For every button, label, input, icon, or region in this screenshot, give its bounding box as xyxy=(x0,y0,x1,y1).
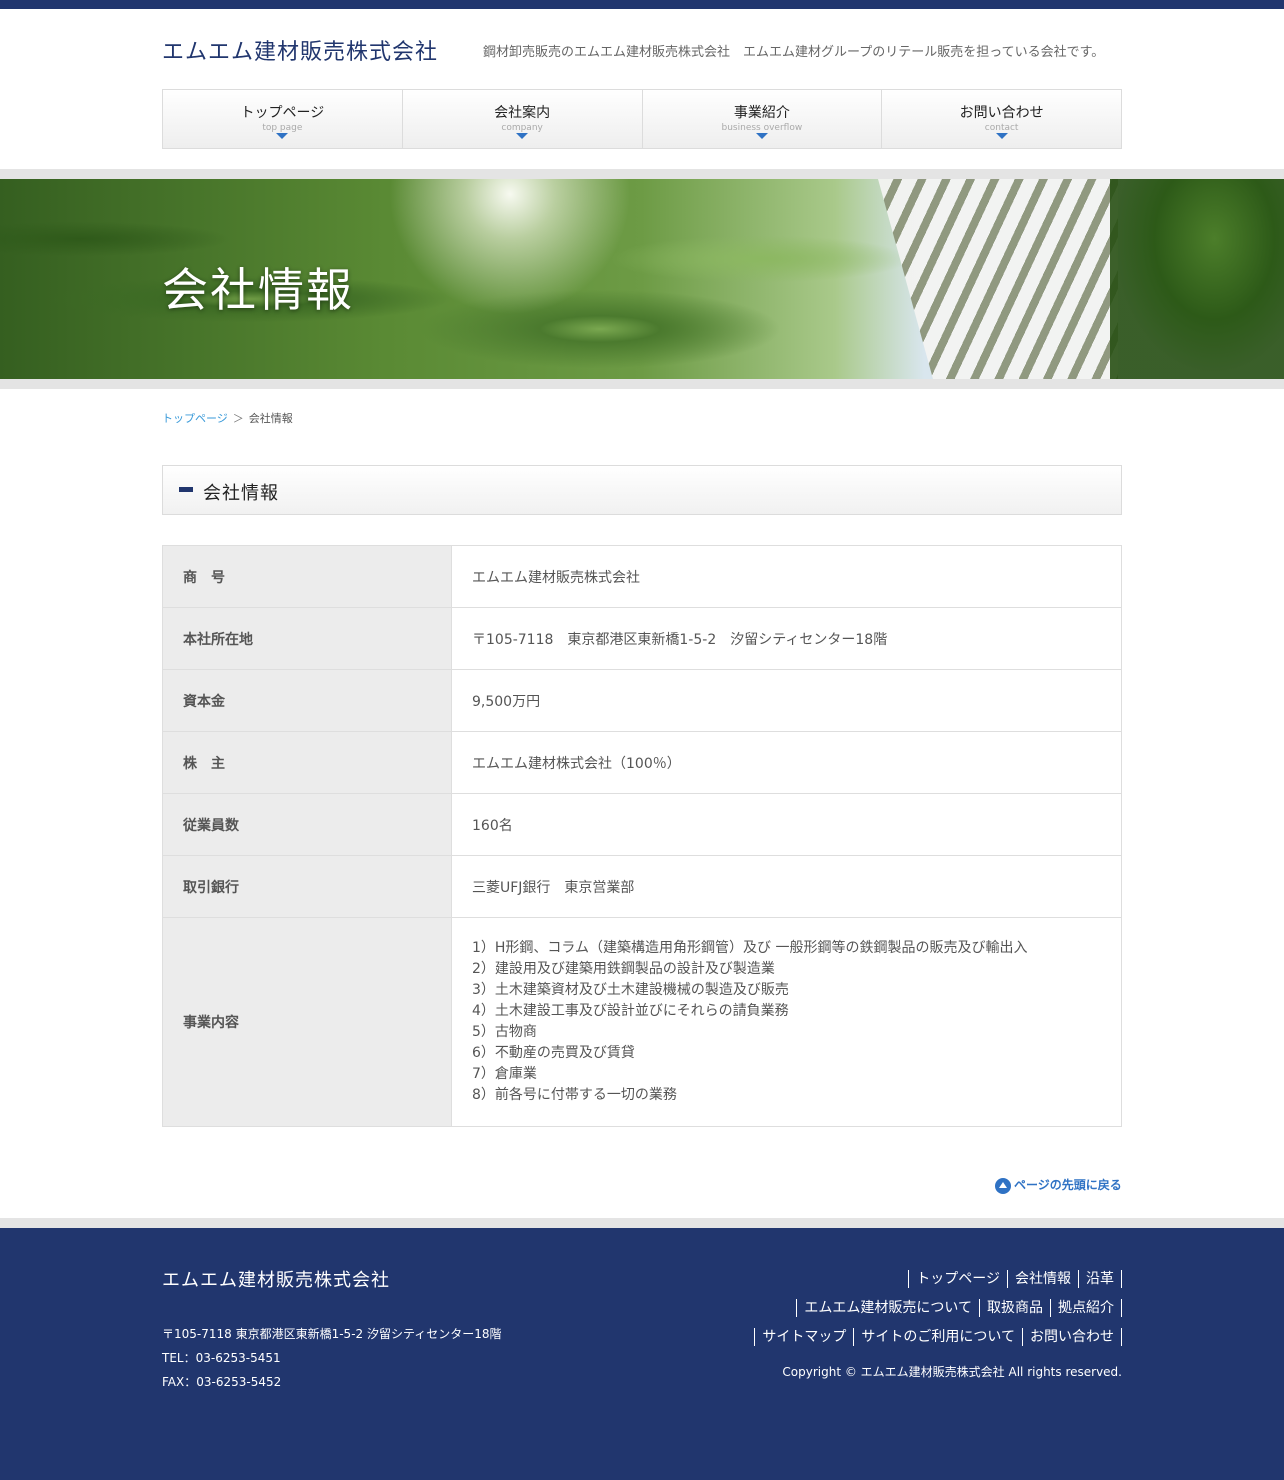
hero-band-bottom xyxy=(0,379,1284,389)
hero-banner: 会社情報 xyxy=(0,179,1284,379)
footer-link-locations[interactable]: 拠点紹介 xyxy=(1050,1299,1122,1317)
row-label: 資本金 xyxy=(162,669,452,732)
heading-bar-icon xyxy=(179,487,193,492)
row-label: 従業員数 xyxy=(162,793,452,856)
footer-links: トップページ 会社情報 沿革 エムエム建材販売について 取扱商品 拠点紹介 サイ… xyxy=(754,1270,1122,1357)
page-top-label: ページの先頭に戻る xyxy=(1014,1178,1122,1192)
triangle-down-icon xyxy=(516,133,529,139)
footer-link-sitemap[interactable]: サイトマップ xyxy=(754,1328,853,1346)
row-value: 160名 xyxy=(451,793,1122,856)
nav-item-top[interactable]: トップページ top page xyxy=(163,90,403,148)
nav-label: 事業紹介 xyxy=(733,105,790,121)
table-row: 資本金 9,500万円 xyxy=(162,669,1122,732)
footer-link-row: トップページ 会社情報 沿革 xyxy=(754,1270,1122,1299)
breadcrumb-current: 会社情報 xyxy=(248,412,293,425)
nav-label: 会社案内 xyxy=(494,105,551,121)
footer-link-history[interactable]: 沿革 xyxy=(1078,1270,1122,1288)
business-list: 1）H形鋼、コラム（建築構造用角形鋼管）及び 一般形鋼等の鉄鋼製品の販売及び輸出… xyxy=(472,938,1101,1106)
list-item: 4）土木建設工事及び設計並びにそれらの請負業務 xyxy=(472,1003,789,1019)
list-item: 3）土木建築資材及び土木建設機械の製造及び販売 xyxy=(472,982,789,998)
nav-item-contact[interactable]: お問い合わせ contact xyxy=(882,90,1121,148)
nav-label: お問い合わせ xyxy=(959,105,1044,121)
company-info-table: 商 号 エムエム建材販売株式会社 本社所在地 〒105-7118 東京都港区東新… xyxy=(162,545,1122,1127)
row-value: 9,500万円 xyxy=(451,669,1122,732)
nav-sublabel: top page xyxy=(262,123,303,133)
nav-sublabel: business overflow xyxy=(721,123,803,133)
site-logo[interactable]: エムエム建材販売株式会社 xyxy=(162,34,438,66)
row-value: 三菱UFJ銀行 東京営業部 xyxy=(451,855,1122,918)
list-item: 8）前各号に付帯する一切の業務 xyxy=(472,1087,677,1103)
footer-link-products[interactable]: 取扱商品 xyxy=(979,1299,1050,1317)
triangle-down-icon xyxy=(995,133,1008,139)
section-heading: 会社情報 xyxy=(162,465,1122,515)
footer-link-company-info[interactable]: 会社情報 xyxy=(1007,1270,1078,1288)
footer-fax: FAX：03-6253-5452 xyxy=(162,1375,282,1389)
table-row: 株 主 エムエム建材株式会社（100％） xyxy=(162,731,1122,794)
footer-address-block: 〒105-7118 東京都港区東新橋1-5-2 汐留シティセンター18階 TEL… xyxy=(162,1322,502,1394)
row-label: 株 主 xyxy=(162,731,452,794)
footer-band xyxy=(0,1218,1284,1228)
nav-sublabel: company xyxy=(501,123,543,133)
footer-address: 〒105-7118 東京都港区東新橋1-5-2 汐留シティセンター18階 xyxy=(162,1327,502,1341)
footer-link-about[interactable]: エムエム建材販売について xyxy=(796,1299,979,1317)
breadcrumb-separator: ＞ xyxy=(232,412,244,425)
row-label: 事業内容 xyxy=(162,917,452,1127)
page-top-link[interactable]: ページの先頭に戻る xyxy=(995,1176,1122,1194)
list-item: 1）H形鋼、コラム（建築構造用角形鋼管）及び 一般形鋼等の鉄鋼製品の販売及び輸出… xyxy=(472,940,1028,956)
nav-item-business[interactable]: 事業紹介 business overflow xyxy=(643,90,883,148)
hero-title: 会社情報 xyxy=(162,263,354,317)
section-title: 会社情報 xyxy=(203,483,279,504)
footer-link-terms[interactable]: サイトのご利用について xyxy=(853,1328,1022,1346)
list-item: 2）建設用及び建築用鉄鋼製品の設計及び製造業 xyxy=(472,961,775,977)
top-accent-bar xyxy=(0,0,1284,9)
nav-item-company[interactable]: 会社案内 company xyxy=(403,90,643,148)
list-item: 7）倉庫業 xyxy=(472,1066,537,1082)
site-tagline: 鋼材卸売販売のエムエム建材販売株式会社 エムエム建材グループのリテール販売を担っ… xyxy=(483,45,1105,60)
row-label: 取引銀行 xyxy=(162,855,452,918)
footer-copyright: Copyright © エムエム建材販売株式会社 All rights rese… xyxy=(782,1365,1122,1379)
hero-leaves-image xyxy=(1110,179,1284,379)
table-row: 従業員数 160名 xyxy=(162,793,1122,856)
row-value: 〒105-7118 東京都港区東新橋1-5-2 汐留シティセンター18階 xyxy=(451,607,1122,670)
nav-label: トップページ xyxy=(240,105,325,121)
nav-sublabel: contact xyxy=(984,123,1019,133)
triangle-down-icon xyxy=(276,133,289,139)
row-value: エムエム建材株式会社（100％） xyxy=(451,731,1122,794)
global-nav: トップページ top page 会社案内 company 事業紹介 busine… xyxy=(162,89,1122,149)
footer-tel: TEL：03-6253-5451 xyxy=(162,1351,281,1365)
breadcrumb-home-link[interactable]: トップページ xyxy=(162,412,228,425)
footer: エムエム建材販売株式会社 〒105-7118 東京都港区東新橋1-5-2 汐留シ… xyxy=(0,1228,1284,1480)
table-row-business: 事業内容 1）H形鋼、コラム（建築構造用角形鋼管）及び 一般形鋼等の鉄鋼製品の販… xyxy=(162,917,1122,1127)
table-row: 本社所在地 〒105-7118 東京都港区東新橋1-5-2 汐留シティセンター1… xyxy=(162,607,1122,670)
row-label: 本社所在地 xyxy=(162,607,452,670)
row-value: エムエム建材販売株式会社 xyxy=(451,545,1122,608)
list-item: 6）不動産の売買及び賃貸 xyxy=(472,1045,635,1061)
footer-link-contact[interactable]: お問い合わせ xyxy=(1022,1328,1122,1346)
row-label: 商 号 xyxy=(162,545,452,608)
list-item: 5）古物商 xyxy=(472,1024,537,1040)
hero-band-top xyxy=(0,169,1284,179)
breadcrumb: トップページ ＞ 会社情報 xyxy=(162,410,293,426)
footer-logo[interactable]: エムエム建材販売株式会社 xyxy=(162,1266,390,1292)
hero-building-image xyxy=(878,179,1118,379)
footer-link-row: サイトマップ サイトのご利用について お問い合わせ xyxy=(754,1328,1122,1357)
table-row: 商 号 エムエム建材販売株式会社 xyxy=(162,545,1122,608)
footer-link-top[interactable]: トップページ xyxy=(908,1270,1007,1288)
triangle-down-icon xyxy=(755,133,768,139)
row-value: 1）H形鋼、コラム（建築構造用角形鋼管）及び 一般形鋼等の鉄鋼製品の販売及び輸出… xyxy=(451,917,1122,1127)
arrow-up-circle-icon xyxy=(995,1177,1011,1194)
footer-link-row: エムエム建材販売について 取扱商品 拠点紹介 xyxy=(754,1299,1122,1328)
table-row: 取引銀行 三菱UFJ銀行 東京営業部 xyxy=(162,855,1122,918)
